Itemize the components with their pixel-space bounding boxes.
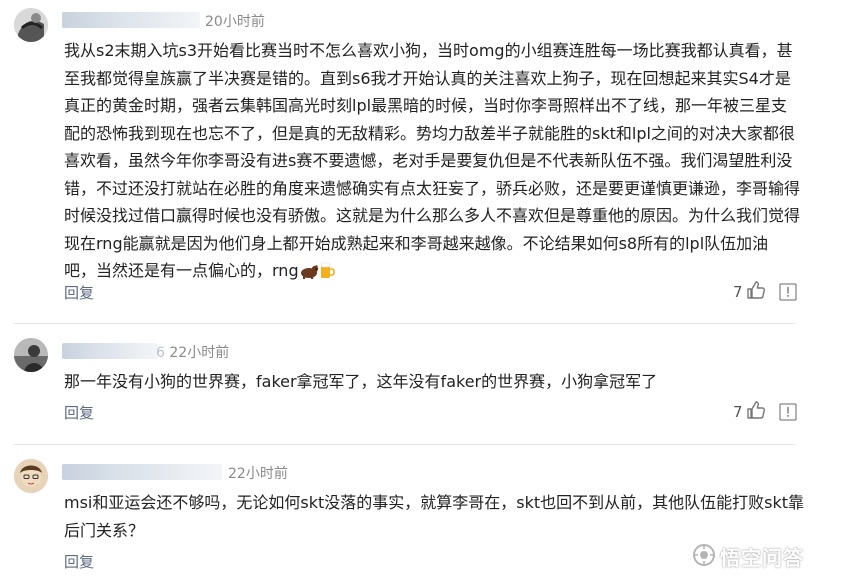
avatar-image [14, 459, 48, 493]
comment-text: 我从s2末期入坑s3开始看比赛当时不怎么喜欢小狗，当时omg的小组赛连胜每一场比… [64, 41, 801, 280]
report-icon[interactable] [779, 283, 797, 305]
username-tail: 6 [156, 345, 165, 361]
username-redacted[interactable] [62, 464, 222, 480]
comment-time: 20小时前 [205, 14, 265, 30]
comment-time: 22小时前 [228, 466, 288, 482]
username-redacted[interactable] [62, 343, 158, 359]
like-count: 7 [733, 283, 743, 301]
thumbs-up-icon[interactable] [746, 280, 766, 304]
like-button[interactable]: 7 [733, 280, 766, 304]
like-count: 7 [733, 403, 743, 421]
divider [14, 323, 796, 324]
like-button[interactable]: 7 [733, 400, 766, 424]
comment-body: 那一年没有小狗的世界赛，faker拿冠军了，这年没有faker的世界赛，小狗拿冠… [64, 368, 800, 396]
comment-body: msi和亚运会还不够吗，无论如何skt没落的事实，就算李哥在，skt也回不到从前… [64, 489, 809, 544]
comment-text: 那一年没有小狗的世界赛，faker拿冠军了，这年没有faker的世界赛，小狗拿冠… [64, 372, 658, 391]
comment-time: 6 22小时前 [156, 342, 229, 362]
avatar[interactable] [14, 8, 48, 42]
reply-button[interactable]: 回复 [64, 551, 94, 572]
beer-emoji-icon [319, 260, 335, 288]
wukong-logo-icon [692, 543, 716, 571]
comment-body: 我从s2末期入坑s3开始看比赛当时不怎么喜欢小狗，当时omg的小组赛连胜每一场比… [64, 37, 800, 288]
comment-time-text: 22小时前 [169, 345, 230, 361]
watermark-text: 悟空问答 [720, 546, 804, 570]
username-redacted[interactable] [62, 12, 200, 28]
report-icon[interactable] [779, 403, 797, 425]
reply-button[interactable]: 回复 [64, 402, 94, 423]
avatar-image [14, 8, 48, 42]
divider [14, 444, 796, 445]
watermark: 悟空问答 [692, 542, 804, 571]
reply-button[interactable]: 回复 [64, 282, 94, 303]
bear-emoji-icon [299, 260, 319, 288]
comment-text: msi和亚运会还不够吗，无论如何skt没落的事实，就算李哥在，skt也回不到从前… [64, 493, 804, 540]
avatar[interactable] [14, 459, 48, 493]
avatar-image [14, 338, 48, 372]
thumbs-up-icon[interactable] [746, 400, 766, 424]
avatar[interactable] [14, 338, 48, 372]
